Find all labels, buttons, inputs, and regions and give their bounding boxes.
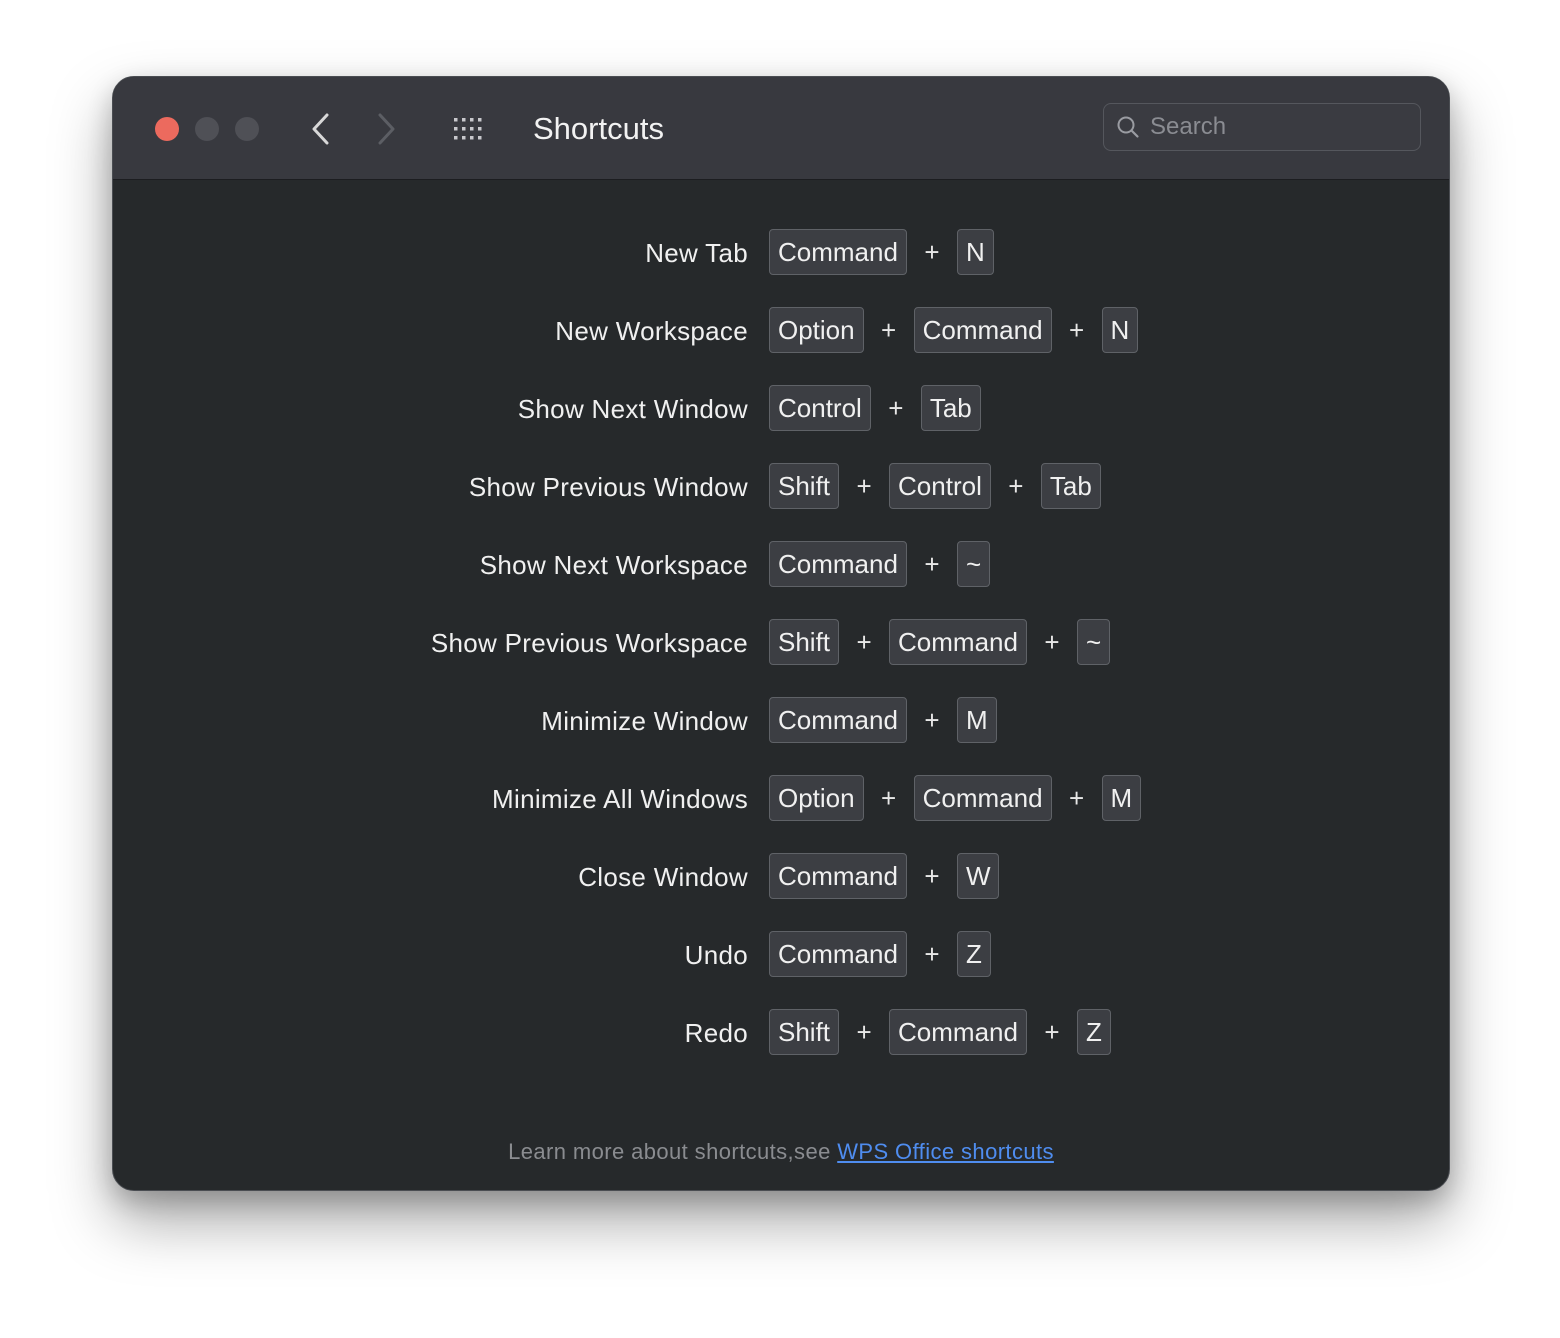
key-combination: Command + ~ — [769, 539, 991, 589]
shortcut-row: Close Window Command + W — [113, 851, 1449, 929]
key-combination: Command + Z — [769, 929, 991, 979]
keycap: Tab — [1040, 463, 1101, 509]
shortcut-label: New Workspace — [555, 316, 748, 346]
key-combination: Control + Tab — [769, 383, 981, 433]
footer-text: Learn more about shortcuts,see — [508, 1139, 838, 1164]
chevron-right-icon — [378, 113, 395, 145]
search-input[interactable] — [1150, 110, 1410, 144]
plus-separator: + — [1068, 783, 1085, 813]
shortcut-label: Minimize All Windows — [492, 784, 748, 814]
shortcut-row: Minimize All Windows Option + Command + M — [113, 773, 1449, 851]
key-combination: Shift + Control + Tab — [769, 461, 1101, 511]
keycap: N — [1101, 307, 1139, 353]
shortcut-label: Show Next Window — [517, 394, 748, 424]
keycap: Tab — [920, 385, 981, 431]
keycap: Command — [913, 775, 1052, 821]
key-combination: Option + Command + N — [769, 305, 1139, 355]
grid-view-button[interactable] — [449, 113, 489, 145]
plus-separator: + — [1044, 1017, 1060, 1047]
keycap: Control — [889, 463, 991, 509]
plus-separator: + — [924, 939, 940, 969]
chevron-left-icon — [312, 113, 329, 145]
keycap: Command — [769, 931, 907, 977]
plus-separator: + — [856, 1017, 872, 1047]
plus-separator: + — [888, 393, 904, 423]
keycap: Command — [913, 307, 1052, 353]
key-combination: Command + N — [769, 227, 994, 277]
keycap: Command — [889, 1009, 1027, 1055]
back-button[interactable] — [303, 111, 339, 147]
shortcut-row: New Workspace Option + Command + N — [113, 305, 1449, 383]
keycap: Command — [889, 619, 1027, 665]
wps-shortcuts-link[interactable]: WPS Office shortcuts — [837, 1139, 1054, 1164]
keycap: Shift — [769, 463, 840, 509]
keycap: M — [956, 697, 997, 743]
keycap: Command — [769, 229, 907, 275]
keycap: Option — [769, 775, 864, 821]
shortcut-label: Show Previous Workspace — [430, 628, 748, 658]
plus-separator: + — [924, 861, 940, 891]
zoom-window-button[interactable] — [235, 117, 259, 141]
plus-separator: + — [924, 237, 940, 267]
shortcut-row: Undo Command + Z — [113, 929, 1449, 1007]
shortcut-label: Close Window — [578, 862, 748, 892]
plus-separator: + — [1044, 627, 1060, 657]
shortcut-label: Undo — [684, 940, 748, 970]
keycap: Command — [769, 541, 907, 587]
keycap: Control — [769, 385, 871, 431]
keycap: Option — [769, 307, 864, 353]
key-combination: Shift + Command + ~ — [769, 617, 1111, 667]
minimize-window-button[interactable] — [195, 117, 219, 141]
plus-separator: + — [856, 627, 872, 657]
footer: Learn more about shortcuts,see WPS Offic… — [113, 1139, 1449, 1165]
shortcuts-window: Shortcuts New Tab Command + N New Workspace O… — [112, 76, 1450, 1191]
shortcut-label: Show Previous Window — [468, 472, 748, 502]
shortcut-label: Show Next Workspace — [479, 550, 748, 580]
shortcut-row: Redo Shift + Command + Z — [113, 1007, 1449, 1085]
plus-separator: + — [924, 549, 940, 579]
keycap: Command — [769, 697, 907, 743]
keycap: Shift — [769, 619, 840, 665]
keycap: W — [956, 853, 1000, 899]
page-title: Shortcuts — [533, 111, 664, 146]
shortcut-row: Show Previous Window Shift + Control + Tab — [113, 461, 1449, 539]
plus-separator: + — [881, 783, 897, 813]
search-box[interactable] — [1103, 103, 1421, 151]
key-combination: Command + W — [769, 851, 1000, 901]
plus-separator: + — [924, 705, 940, 735]
shortcut-label: Minimize Window — [541, 706, 748, 736]
key-combination: Option + Command + M — [769, 773, 1142, 823]
plus-separator: + — [881, 315, 897, 345]
plus-separator: + — [1008, 471, 1024, 501]
shortcut-row: Show Previous Workspace Shift + Command + ~ — [113, 617, 1449, 695]
keycap: N — [956, 229, 994, 275]
shortcut-row: New Tab Command + N — [113, 227, 1449, 305]
search-icon — [1117, 116, 1139, 138]
keycap: ~ — [1076, 619, 1111, 665]
shortcut-list: New Tab Command + N New Workspace Option + Comm… — [113, 227, 1449, 1085]
shortcut-row: Minimize Window Command + M — [113, 695, 1449, 773]
close-window-button[interactable] — [155, 117, 179, 141]
forward-button[interactable] — [368, 111, 404, 147]
shortcut-row: Show Next Window Control + Tab — [113, 383, 1449, 461]
shortcut-row: Show Next Workspace Command + ~ — [113, 539, 1449, 617]
keycap: M — [1101, 775, 1142, 821]
grid-icon — [454, 118, 482, 140]
plus-separator: + — [856, 471, 872, 501]
keycap: Z — [956, 931, 991, 977]
keycap: Z — [1076, 1009, 1111, 1055]
shortcut-label: Redo — [684, 1018, 748, 1048]
key-combination: Shift + Command + Z — [769, 1007, 1111, 1057]
titlebar: Shortcuts — [113, 77, 1449, 180]
keycap: ~ — [956, 541, 991, 587]
key-combination: Command + M — [769, 695, 997, 745]
keycap: Command — [769, 853, 907, 899]
shortcut-label: New Tab — [645, 238, 748, 268]
keycap: Shift — [769, 1009, 840, 1055]
plus-separator: + — [1068, 315, 1085, 345]
